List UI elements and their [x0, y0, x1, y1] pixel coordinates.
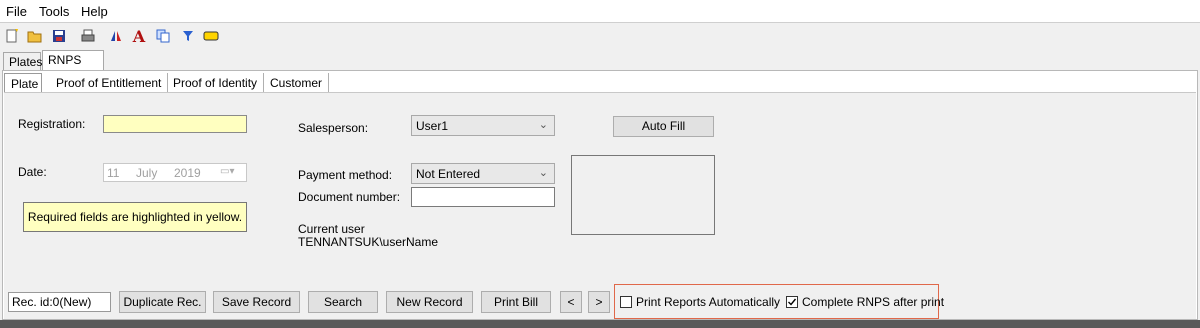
date-month: July [136, 166, 158, 180]
font-icon[interactable]: A [131, 27, 147, 46]
label-icon[interactable] [203, 28, 219, 44]
payment-method-select[interactable]: Not Entered ⌄ [411, 163, 555, 184]
salesperson-select[interactable]: User1 ⌄ [411, 115, 555, 136]
current-user-value: TENNANTSUK\userName [298, 235, 439, 249]
checkmark-icon [788, 298, 797, 306]
printer-setup-icon[interactable] [108, 28, 124, 44]
save-icon[interactable] [51, 28, 67, 44]
subtab-customer[interactable]: Customer [264, 73, 330, 93]
filter-icon[interactable] [180, 28, 196, 44]
registration-label: Registration: [18, 117, 86, 131]
menu-tools[interactable]: Tools [39, 4, 69, 19]
subtab-proof-of-identity[interactable]: Proof of Identity [167, 73, 265, 93]
auto-fill-button[interactable]: Auto Fill [613, 116, 714, 137]
payment-method-value: Not Entered [416, 167, 481, 181]
previous-record-button[interactable]: < [560, 291, 582, 313]
complete-rnps-label[interactable]: Complete RNPS after print [802, 295, 944, 309]
chevron-down-icon: ⌄ [538, 119, 548, 131]
toolbar: A [0, 24, 1200, 48]
next-record-button[interactable]: > [588, 291, 610, 313]
current-user-label: Current user [298, 222, 365, 236]
status-strip [0, 320, 1200, 328]
print-bill-button[interactable]: Print Bill [481, 291, 551, 313]
date-day: 11 [107, 166, 120, 180]
complete-rnps-checkbox[interactable] [786, 296, 798, 308]
required-fields-note: Required fields are highlighted in yello… [23, 202, 247, 232]
print-reports-checkbox[interactable] [620, 296, 632, 308]
search-button[interactable]: Search [308, 291, 378, 313]
subtab-proof-of-entitlement[interactable]: Proof of Entitlement [50, 73, 169, 93]
preview-box [571, 155, 715, 235]
calendar-dropdown-icon[interactable]: ▭▾ [220, 166, 234, 177]
tab-rnps-log[interactable]: RNPS Log [42, 50, 104, 86]
record-id-field: Rec. id:0(New) [8, 292, 111, 312]
print-icon[interactable] [80, 28, 96, 44]
copy-icon[interactable] [155, 28, 171, 44]
date-picker[interactable]: 11 July 2019 ▭▾ [103, 163, 247, 182]
menu-help[interactable]: Help [81, 4, 108, 19]
payment-method-label: Payment method: [298, 168, 393, 182]
tab-plates[interactable]: Plates [3, 52, 42, 71]
open-folder-icon[interactable] [27, 28, 43, 44]
salesperson-value: User1 [416, 119, 449, 133]
chevron-down-icon: ⌄ [538, 167, 548, 179]
duplicate-record-button[interactable]: Duplicate Rec. [119, 291, 206, 313]
menu-separator [0, 22, 1200, 23]
menu-file[interactable]: File [6, 4, 27, 19]
new-record-button[interactable]: New Record [386, 291, 473, 313]
document-number-input[interactable] [411, 187, 555, 207]
save-record-button[interactable]: Save Record [213, 291, 300, 313]
print-reports-label[interactable]: Print Reports Automatically [636, 295, 780, 309]
menu-bar: File Tools Help [0, 0, 1200, 22]
salesperson-label: Salesperson: [298, 121, 369, 135]
registration-input[interactable] [103, 115, 247, 133]
document-number-label: Document number: [298, 190, 401, 204]
new-document-icon[interactable] [4, 28, 20, 44]
subtab-plate[interactable]: Plate [4, 73, 42, 94]
date-label: Date: [18, 165, 47, 179]
date-year: 2019 [174, 166, 201, 180]
